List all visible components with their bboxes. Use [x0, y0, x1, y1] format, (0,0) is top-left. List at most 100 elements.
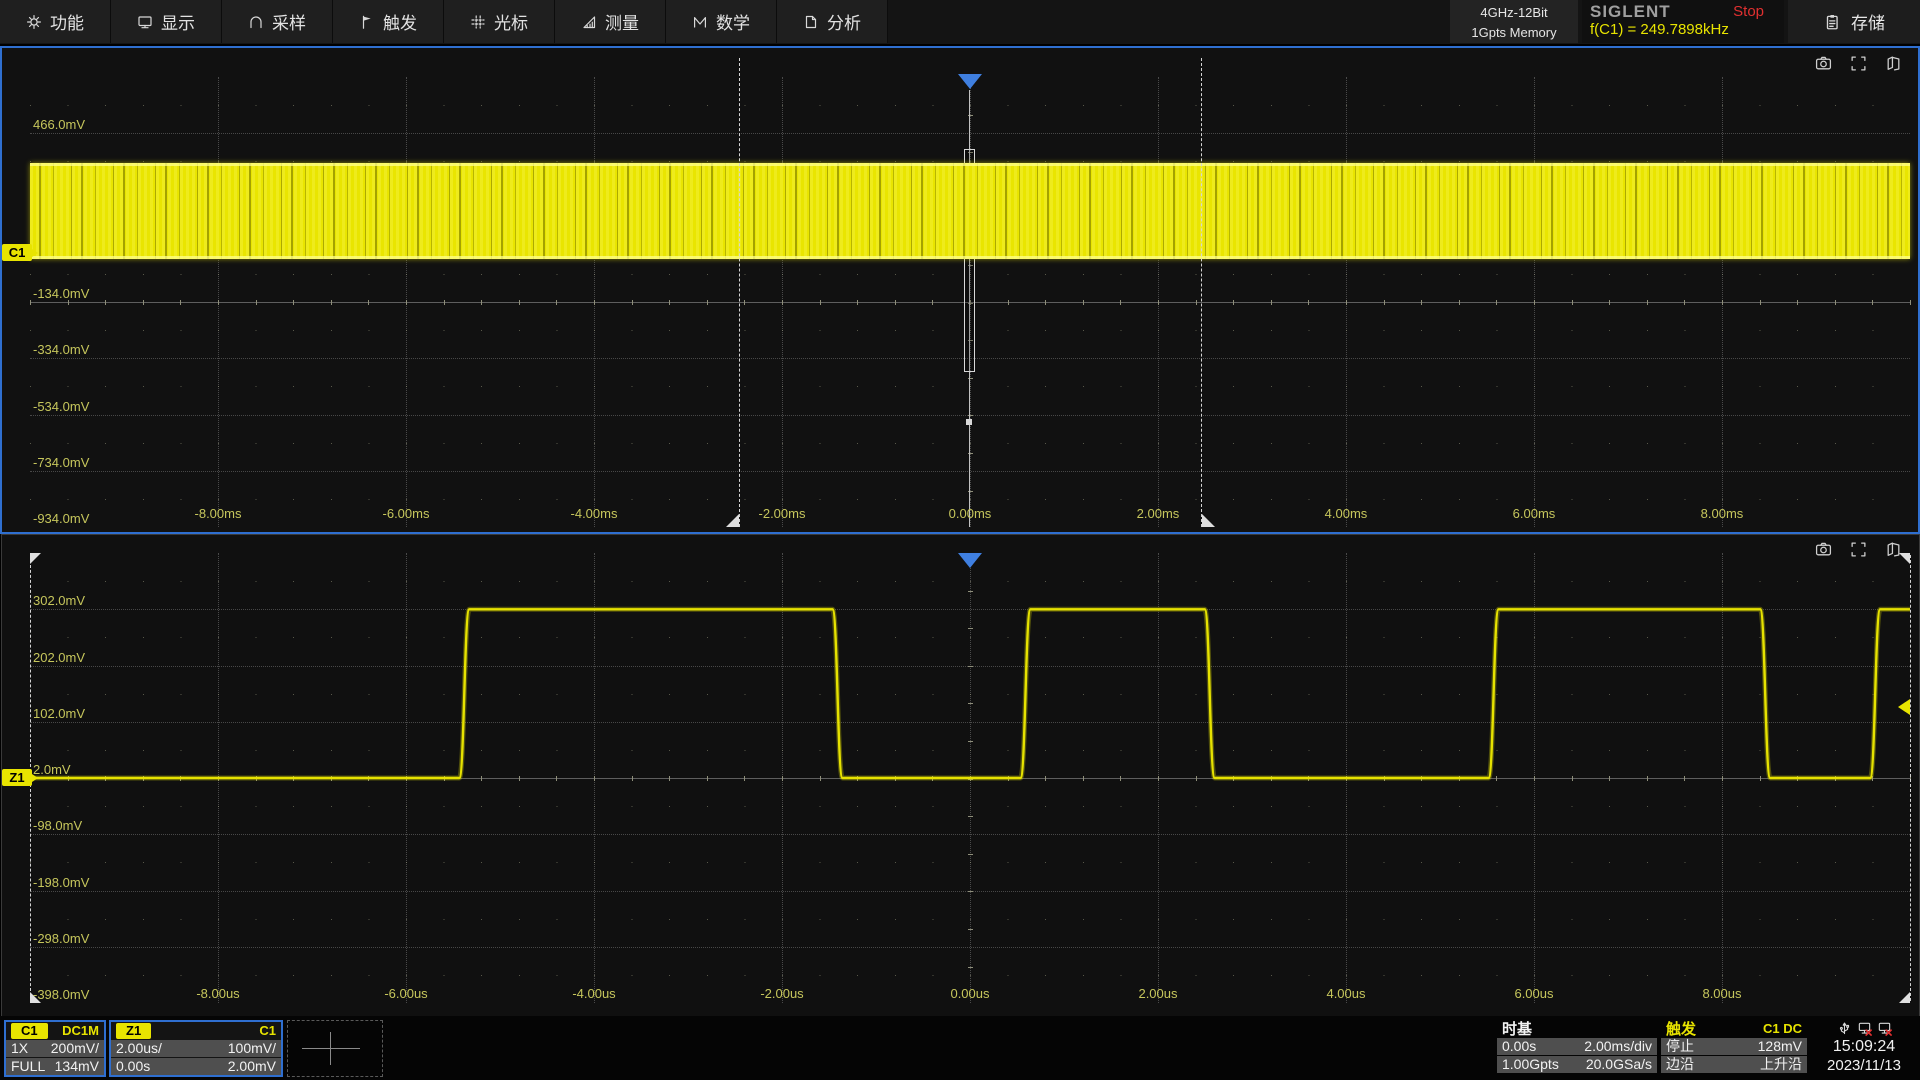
menu-item[interactable]: 触发 — [333, 0, 444, 43]
grid-minor-ticks — [30, 694, 1910, 695]
center-axis-tick — [444, 776, 445, 781]
time-tick-label: 0.00us — [930, 986, 1010, 1001]
center-axis-tick — [594, 300, 595, 305]
zoom-frame-corner — [1899, 992, 1910, 1003]
center-axis-tick — [1271, 300, 1272, 305]
oscilloscope-screen: 功能显示采样触发光标测量数学分析 4GHz-12Bit 1Gpts Memory… — [0, 0, 1920, 1080]
grid-minor-ticks — [30, 443, 1910, 444]
menu-item[interactable]: 显示 — [111, 0, 222, 43]
plus-icon — [302, 1048, 360, 1049]
c1-descriptor-box[interactable]: C1 DC1M 1X 200mV/ FULL 134mV — [4, 1020, 106, 1077]
grid-minor-ticks — [30, 750, 1910, 751]
c1-scale: 200mV/ — [51, 1040, 99, 1057]
center-axis-tick — [968, 591, 973, 592]
storage-label: 存储 — [1851, 9, 1885, 34]
center-axis-tick — [895, 300, 896, 305]
z1-scale: 100mV/ — [228, 1040, 276, 1057]
center-axis-tick — [1647, 776, 1648, 781]
center-axis-tick — [632, 300, 633, 305]
center-axis-tick — [857, 300, 858, 305]
c1-box-badge: C1 — [11, 1023, 48, 1039]
center-axis-tick — [968, 816, 973, 817]
center-axis-tick — [1233, 776, 1234, 781]
brand-logo: SIGLENT — [1590, 2, 1671, 22]
trigger-line-handle[interactable] — [966, 419, 972, 425]
center-axis-tick — [256, 300, 257, 305]
center-axis-tick — [256, 776, 257, 781]
fullscreen-icon[interactable] — [1847, 52, 1869, 74]
trigger-title: 触发 — [1666, 1018, 1696, 1039]
center-axis-tick — [1872, 300, 1873, 305]
center-axis-tick — [1684, 776, 1685, 781]
status-bar: C1 DC1M 1X 200mV/ FULL 134mV Z1 C1 2.00u… — [0, 1016, 1920, 1080]
center-axis-tick — [669, 776, 670, 781]
center-axis-tick — [1609, 776, 1610, 781]
timebase-sample-rate: 20.0GSa/s — [1586, 1056, 1652, 1073]
storage-button[interactable]: 存储 — [1788, 0, 1920, 43]
zoom-region-boundary[interactable] — [1201, 58, 1202, 527]
gridline-h — [30, 947, 1910, 948]
time-tick-label: 8.00us — [1682, 986, 1762, 1001]
time-tick-label: 2.00ms — [1118, 506, 1198, 521]
voltage-tick-label: -934.0mV — [33, 511, 89, 526]
center-axis-tick — [1459, 776, 1460, 781]
menu-item-label: 显示 — [161, 9, 195, 34]
zoom-region-boundary[interactable] — [739, 58, 740, 527]
time-tick-label: -2.00us — [742, 986, 822, 1001]
grid-minor-ticks — [30, 499, 1910, 500]
menu-item[interactable]: 功能 — [0, 0, 111, 43]
center-axis-tick — [293, 300, 294, 305]
center-axis-tick — [669, 300, 670, 305]
timebase-scale: 2.00ms/div — [1584, 1038, 1652, 1055]
center-axis-tick — [932, 776, 933, 781]
page-flip-icon[interactable] — [1882, 52, 1904, 74]
menu-items: 功能 显示 采样触发 光标 测量数学分析 — [0, 0, 888, 44]
trigger-box[interactable]: 触发 C1 DC 停止 128mV 边沿 上升沿 — [1661, 1020, 1807, 1077]
center-axis-tick — [1308, 300, 1309, 305]
timebase-box[interactable]: 时基 0.00s 2.00ms/div 1.00Gpts 20.0GSa/s — [1497, 1020, 1657, 1077]
voltage-tick-label: -534.0mV — [33, 399, 89, 414]
z1-channel-badge[interactable]: Z1 — [2, 769, 32, 786]
cursor-grid-icon — [470, 14, 486, 30]
camera-icon[interactable] — [1812, 538, 1834, 560]
timebase-delay: 0.00s — [1502, 1038, 1536, 1055]
trigger-position-marker[interactable] — [958, 74, 982, 89]
menu-item[interactable]: 数学 — [666, 0, 777, 43]
center-axis-tick — [1722, 300, 1723, 305]
menu-item[interactable]: 分析 — [777, 0, 888, 43]
z1-delay: 0.00s — [116, 1058, 150, 1075]
center-axis-tick — [1910, 300, 1911, 305]
c1-attenuation: 1X — [11, 1040, 28, 1057]
main-waveform-pane[interactable] — [0, 46, 1920, 534]
trigger-level-marker[interactable] — [1898, 699, 1910, 715]
center-axis-tick — [1196, 300, 1197, 305]
trigger-position-marker[interactable] — [958, 553, 982, 568]
voltage-tick-label: -98.0mV — [33, 818, 82, 833]
grid-minor-ticks — [30, 862, 1910, 863]
menu-item[interactable]: 采样 — [222, 0, 333, 43]
menu-item[interactable]: 光标 — [444, 0, 555, 43]
time-tick-label: -6.00ms — [366, 506, 446, 521]
center-axis-tick — [143, 300, 144, 305]
page-flip-icon[interactable] — [1882, 538, 1904, 560]
acquisition-status[interactable]: Stop — [1733, 2, 1778, 22]
c1-channel-badge[interactable]: C1 — [2, 244, 32, 261]
center-axis-tick — [1271, 776, 1272, 781]
voltage-tick-label: -734.0mV — [33, 455, 89, 470]
menu-item-label: 光标 — [494, 9, 528, 34]
camera-icon[interactable] — [1812, 52, 1834, 74]
z1-descriptor-box[interactable]: Z1 C1 2.00us/ 100mV/ 0.00s 2.00mV — [109, 1020, 283, 1077]
zoom-region-handle[interactable] — [726, 514, 739, 527]
center-axis-tick — [1008, 776, 1009, 781]
menu-item[interactable]: 测量 — [555, 0, 666, 43]
zoom-region-handle[interactable] — [1202, 514, 1215, 527]
voltage-tick-label: -334.0mV — [33, 342, 89, 357]
time-tick-label: 6.00us — [1494, 986, 1574, 1001]
center-axis-tick — [1684, 300, 1685, 305]
voltage-tick-label: -198.0mV — [33, 875, 89, 890]
fullscreen-icon[interactable] — [1847, 538, 1869, 560]
voltage-tick-label: -134.0mV — [33, 286, 89, 301]
zoom-waveform-pane[interactable] — [1, 534, 1920, 1017]
center-axis-tick — [968, 628, 973, 629]
main-pane-toolbar — [1812, 52, 1904, 74]
